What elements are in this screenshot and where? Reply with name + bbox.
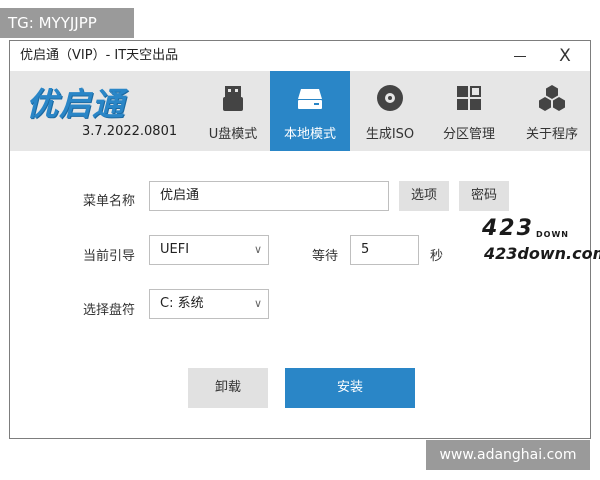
- boot-mode-select[interactable]: UEFI ∨: [149, 235, 269, 265]
- tg-watermark-label: TG: MYYJJPP: [0, 8, 134, 38]
- tab-make-iso[interactable]: 生成ISO: [355, 71, 425, 151]
- window-title: 优启通（VIP）- IT天空出品: [20, 48, 179, 63]
- title-bar: 优启通（VIP）- IT天空出品 X: [10, 41, 590, 71]
- tab-local-mode-label: 本地模式: [283, 127, 336, 142]
- tab-partition-manager[interactable]: 分区管理: [428, 71, 510, 151]
- drive-letter-label: 选择盘符: [83, 303, 136, 318]
- chevron-down-icon: ∨: [253, 243, 262, 256]
- password-button[interactable]: 密码: [459, 181, 509, 211]
- logo-text: 优启通: [26, 85, 126, 123]
- watermark-bottom-text: 423down.com: [484, 244, 600, 263]
- url-watermark-label: www.adanghai.com: [426, 440, 590, 470]
- tab-about[interactable]: 关于程序: [513, 71, 591, 151]
- hard-disk-icon: [298, 89, 322, 109]
- uninstall-button[interactable]: 卸载: [188, 368, 268, 408]
- wait-unit-label: 秒: [430, 249, 444, 264]
- menu-name-label: 菜单名称: [83, 194, 136, 209]
- version-text: 3.7.2022.0801: [82, 124, 178, 139]
- tab-partition-manager-label: 分区管理: [442, 127, 495, 142]
- watermark-top-text: 423: [482, 216, 534, 241]
- local-mode-panel: 菜单名称 优启通 选项 密码 当前引导 UEFI ∨ 等待 5 秒 选择盘符 C…: [10, 151, 590, 439]
- drive-letter-value: C: 系统: [160, 296, 204, 311]
- close-button[interactable]: X: [545, 41, 585, 71]
- boot-mode-label: 当前引导: [83, 249, 136, 264]
- wait-label: 等待: [312, 249, 339, 264]
- tab-usb-mode-label: U盘模式: [208, 127, 258, 142]
- header-bar: 优启通 3.7.2022.0801 U盘模式 本地模式 生成ISO 分区管理 关…: [10, 71, 590, 151]
- options-button[interactable]: 选项: [399, 181, 449, 211]
- app-logo: 优启通 3.7.2022.0801: [26, 81, 184, 145]
- 423down-watermark: 423 DOWN 423down.com: [474, 216, 600, 264]
- hexagons-icon: [539, 85, 565, 111]
- tab-usb-mode[interactable]: U盘模式: [198, 71, 268, 151]
- watermark-down-text: DOWN: [536, 230, 569, 239]
- tab-local-mode[interactable]: 本地模式: [270, 71, 350, 151]
- minimize-icon: [514, 56, 526, 57]
- partition-grid-icon: [457, 86, 481, 110]
- disc-icon: [377, 85, 403, 111]
- tab-make-iso-label: 生成ISO: [365, 127, 415, 142]
- usb-drive-icon: [223, 86, 243, 111]
- wait-seconds-input[interactable]: 5: [350, 235, 419, 265]
- chevron-down-icon: ∨: [253, 297, 262, 310]
- boot-mode-value: UEFI: [160, 242, 190, 257]
- tab-about-label: 关于程序: [525, 127, 578, 142]
- drive-letter-select[interactable]: C: 系统 ∨: [149, 289, 269, 319]
- minimize-button[interactable]: [500, 41, 540, 71]
- menu-name-input[interactable]: 优启通: [149, 181, 389, 211]
- install-button[interactable]: 安装: [285, 368, 415, 408]
